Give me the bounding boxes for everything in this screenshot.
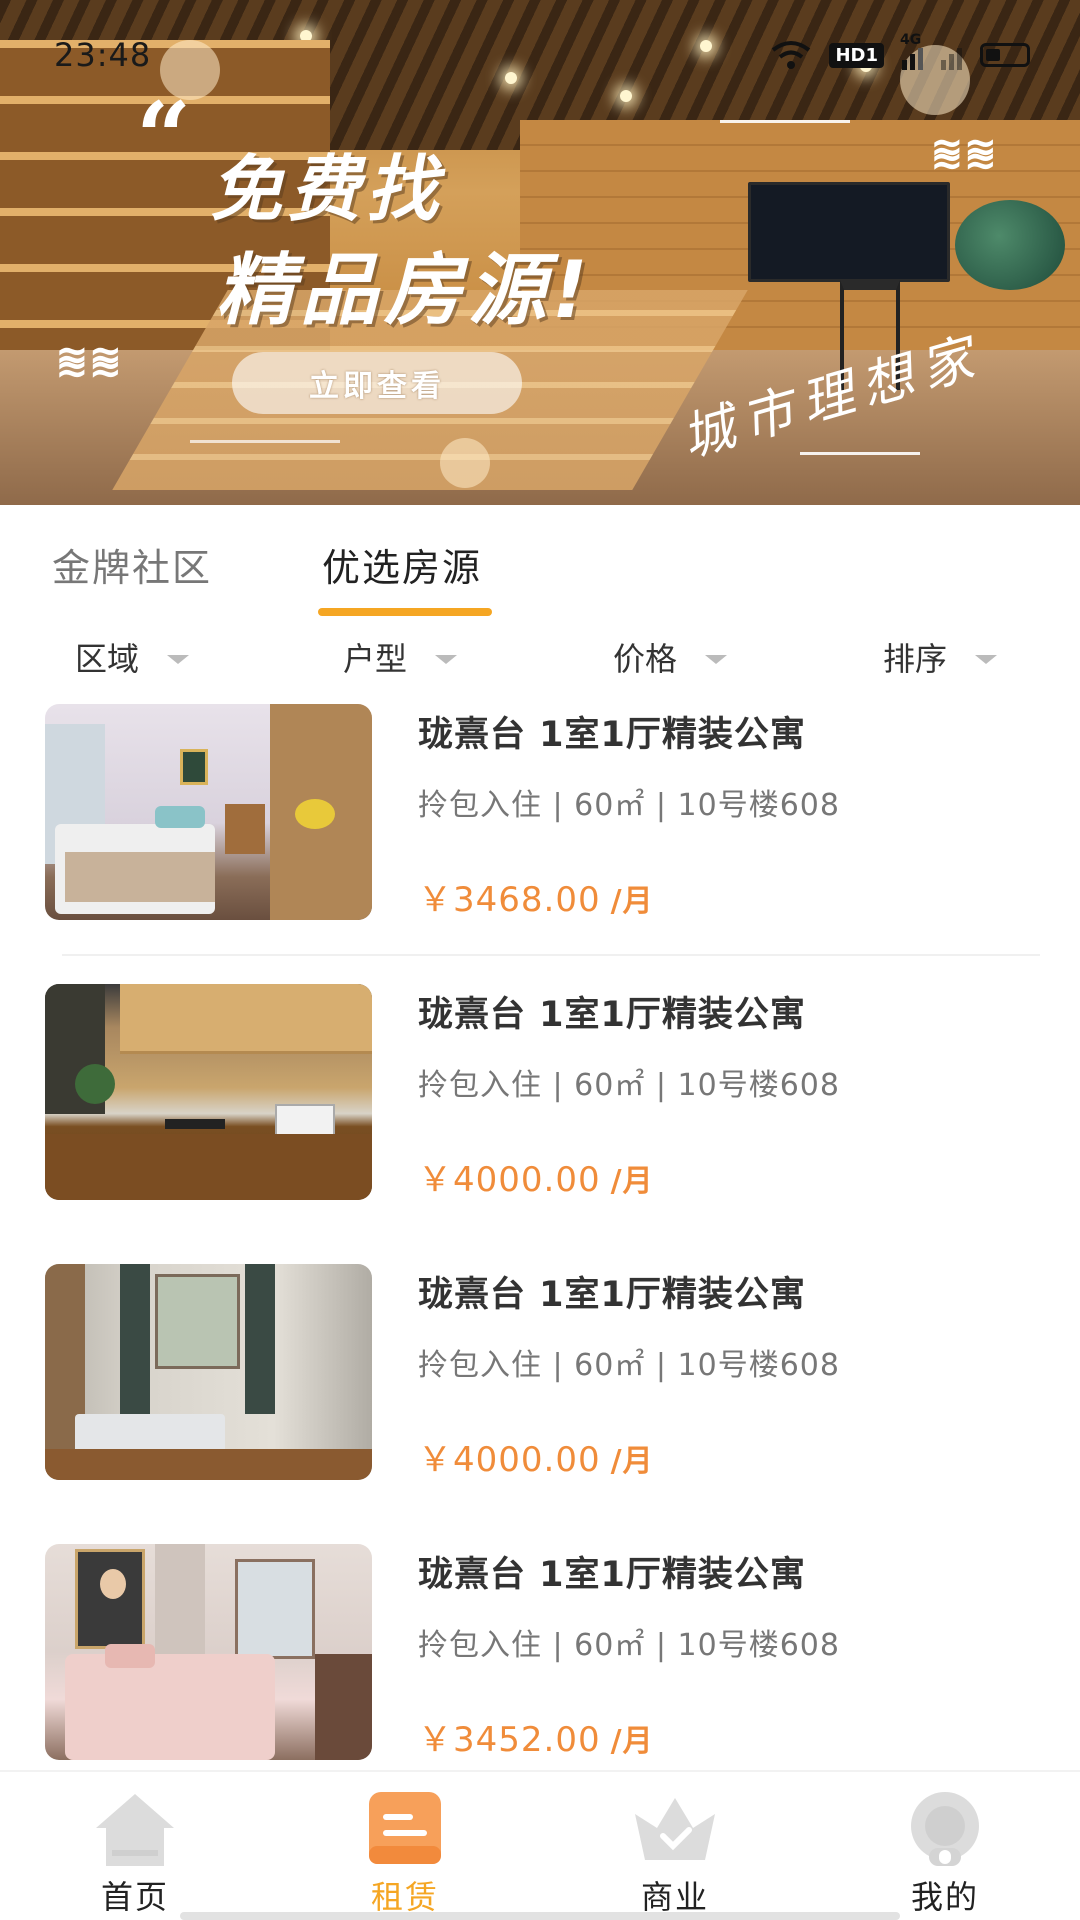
status-icons: HD1 4G bbox=[771, 32, 1030, 70]
price-value: ￥4000.00 bbox=[418, 1160, 601, 1200]
price-unit: /月 bbox=[610, 1724, 654, 1759]
home-icon bbox=[96, 1794, 174, 1866]
tab-gold-community[interactable]: 金牌社区 bbox=[52, 537, 212, 592]
price-unit: /月 bbox=[610, 884, 654, 919]
listing-price: ￥4000.00/月 bbox=[418, 1432, 654, 1481]
listing-title: 珑熹台 1室1厅精装公寓 bbox=[418, 1555, 806, 1595]
wave-icon: ≈≈ ≈≈ bbox=[930, 124, 998, 184]
caret-down-icon bbox=[435, 654, 458, 664]
profile-icon bbox=[911, 1792, 979, 1866]
listing-photo-pink-bedroom bbox=[45, 1544, 372, 1760]
filter-area[interactable]: 区域 bbox=[75, 634, 190, 680]
price-unit: /月 bbox=[610, 1444, 654, 1479]
listing-price: ￥3468.00/月 bbox=[418, 872, 654, 921]
lease-icon bbox=[369, 1792, 441, 1864]
listing-price: ￥4000.00/月 bbox=[418, 1152, 654, 1201]
filter-label: 户型 bbox=[343, 640, 408, 678]
deco-line bbox=[720, 120, 850, 123]
listing-meta: 拎包入住 | 60㎡ | 10号楼608 bbox=[418, 788, 840, 823]
price-value: ￥3452.00 bbox=[418, 1720, 601, 1760]
battery-icon bbox=[980, 43, 1030, 67]
caret-down-icon bbox=[705, 654, 728, 664]
wifi-icon bbox=[772, 41, 811, 69]
signal-label: 4G bbox=[900, 32, 922, 48]
price-value: ￥3468.00 bbox=[418, 880, 601, 920]
banner-tv bbox=[748, 182, 950, 282]
listing-photo-bedroom bbox=[45, 704, 372, 920]
listing-title: 珑熹台 1室1厅精装公寓 bbox=[418, 715, 806, 755]
nav-business[interactable]: 商业 bbox=[540, 1772, 810, 1920]
filter-price[interactable]: 价格 bbox=[613, 634, 728, 680]
deco-line bbox=[190, 440, 340, 443]
caret-down-icon bbox=[975, 654, 998, 664]
listing-card[interactable]: 珑熹台 1室1厅精装公寓 拎包入住 | 60㎡ | 10号楼608 ￥3468.… bbox=[0, 702, 1080, 956]
listing-price: ￥3452.00/月 bbox=[418, 1712, 654, 1761]
filter-layout[interactable]: 户型 bbox=[343, 634, 458, 680]
listing-card[interactable]: 珑熹台 1室1厅精装公寓 拎包入住 | 60㎡ | 10号楼608 ￥3452.… bbox=[0, 1542, 1080, 1782]
banner-plant bbox=[955, 200, 1065, 290]
divider bbox=[62, 954, 1040, 956]
category-tabs: 金牌社区 优选房源 bbox=[0, 505, 1080, 616]
nav-home[interactable]: 首页 bbox=[0, 1772, 270, 1920]
filter-label: 价格 bbox=[613, 640, 678, 678]
home-indicator bbox=[180, 1912, 900, 1920]
promo-banner[interactable]: “ 免费找 精品房源! ≈≈ ≈≈ ≈≈ ≈≈ 立即查看 城市理想家 23:48 H… bbox=[0, 0, 1080, 505]
listing-meta: 拎包入住 | 60㎡ | 10号楼608 bbox=[418, 1068, 840, 1103]
status-bar: 23:48 HD1 4G bbox=[0, 0, 1080, 110]
hd-badge: HD1 bbox=[829, 42, 884, 68]
crown-icon bbox=[635, 1798, 715, 1860]
nav-profile[interactable]: 我的 bbox=[810, 1772, 1080, 1920]
deco-line bbox=[800, 452, 920, 455]
listing-meta: 拎包入住 | 60㎡ | 10号楼608 bbox=[418, 1348, 840, 1383]
listing-photo-room bbox=[45, 1264, 372, 1480]
signal-icon-2 bbox=[941, 40, 962, 70]
caret-down-icon bbox=[167, 654, 190, 664]
bottom-nav: 首页 租赁 商业 我的 bbox=[0, 1770, 1080, 1920]
listing-card[interactable]: 珑熹台 1室1厅精装公寓 拎包入住 | 60㎡ | 10号楼608 ￥4000.… bbox=[0, 1262, 1080, 1502]
wave-icon: ≈≈ ≈≈ bbox=[55, 332, 123, 392]
filter-label: 排序 bbox=[883, 640, 948, 678]
view-now-button[interactable]: 立即查看 bbox=[232, 352, 522, 414]
filter-bar: 区域 户型 价格 排序 bbox=[0, 628, 1080, 688]
active-tab-indicator bbox=[318, 608, 492, 616]
tab-featured-listings[interactable]: 优选房源 bbox=[322, 537, 482, 592]
listing-meta: 拎包入住 | 60㎡ | 10号楼608 bbox=[418, 1628, 840, 1663]
price-value: ￥4000.00 bbox=[418, 1440, 601, 1480]
filter-sort[interactable]: 排序 bbox=[883, 634, 998, 680]
filter-label: 区域 bbox=[75, 640, 140, 678]
listing-title: 珑熹台 1室1厅精装公寓 bbox=[418, 1275, 806, 1315]
app-root: “ 免费找 精品房源! ≈≈ ≈≈ ≈≈ ≈≈ 立即查看 城市理想家 23:48 H… bbox=[0, 0, 1080, 1920]
price-unit: /月 bbox=[610, 1164, 654, 1199]
nav-lease[interactable]: 租赁 bbox=[270, 1772, 540, 1920]
deco-bubble bbox=[440, 438, 490, 488]
signal-icon: 4G bbox=[900, 32, 923, 70]
listing-photo-kitchen bbox=[45, 984, 372, 1200]
banner-headline-2: 精品房源! bbox=[216, 246, 594, 336]
listing-card[interactable]: 珑熹台 1室1厅精装公寓 拎包入住 | 60㎡ | 10号楼608 ￥4000.… bbox=[0, 982, 1080, 1222]
status-time: 23:48 bbox=[54, 36, 152, 74]
banner-headline-1: 免费找 bbox=[210, 147, 445, 231]
listing-title: 珑熹台 1室1厅精装公寓 bbox=[418, 995, 806, 1035]
